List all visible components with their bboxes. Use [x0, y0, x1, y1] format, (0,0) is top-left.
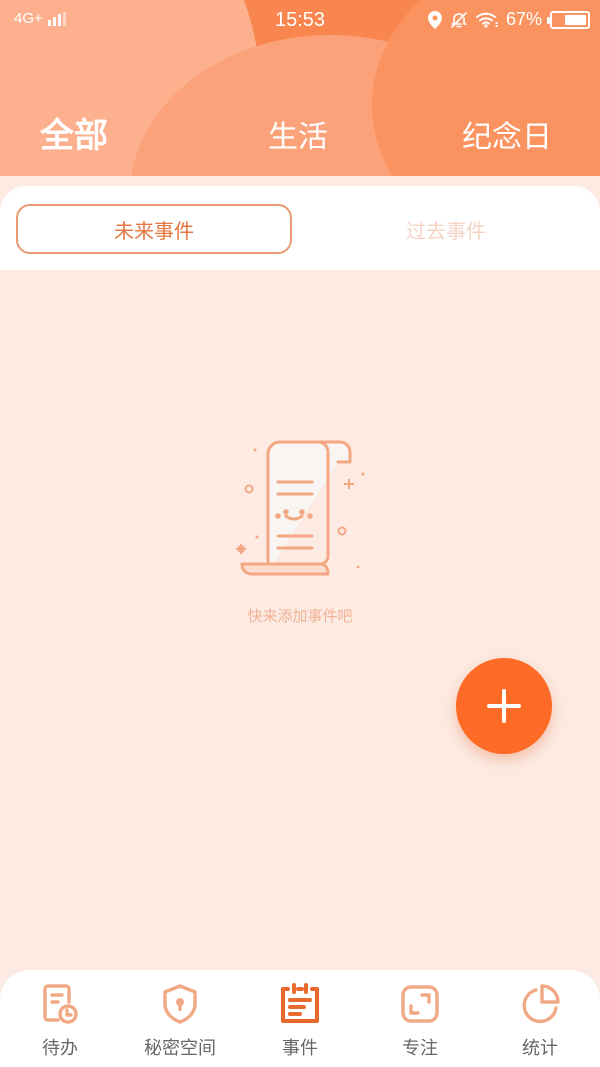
todo-clock-icon — [43, 984, 78, 1024]
nav-item-stats[interactable]: 统计 — [480, 982, 600, 1060]
nav-label: 事件 — [282, 1038, 318, 1059]
add-event-button[interactable] — [456, 658, 552, 754]
nav-label: 秘密空间 — [144, 1038, 216, 1059]
header: 4G+ 15:53 67% 全部 生活 纪念日 — [0, 0, 600, 176]
event-time-segment: 未来事件 过去事件 — [0, 186, 600, 270]
bottom-nav: 待办 秘密空间 事件 专注 统计 — [0, 970, 600, 1067]
scroll-document-icon — [236, 440, 365, 576]
nav-item-focus[interactable]: 专注 — [360, 982, 480, 1060]
notepad-icon — [281, 983, 319, 1023]
status-right: 67% — [427, 9, 590, 30]
location-icon — [427, 10, 442, 29]
nav-item-events[interactable]: 事件 — [240, 982, 360, 1060]
nav-item-todo[interactable]: 待办 — [0, 982, 120, 1060]
battery-icon — [547, 10, 590, 29]
status-bar: 4G+ 15:53 67% — [0, 0, 600, 40]
past-events-tab[interactable]: 过去事件 — [308, 204, 584, 254]
battery-percent: 67% — [505, 9, 542, 29]
nav-label: 待办 — [42, 1038, 78, 1059]
focus-frame-icon — [401, 985, 439, 1023]
nav-item-secret-space[interactable]: 秘密空间 — [120, 982, 240, 1060]
tab-life[interactable]: 生活 — [268, 112, 328, 156]
nav-label: 专注 — [402, 1038, 438, 1059]
battery-fill — [565, 14, 586, 25]
category-tabs: 全部 生活 纪念日 — [0, 100, 600, 160]
future-events-tab[interactable]: 未来事件 — [16, 204, 292, 254]
tab-anniversary[interactable]: 纪念日 — [462, 112, 552, 156]
nav-label: 统计 — [522, 1038, 558, 1059]
wifi-icon — [475, 12, 498, 28]
pie-chart-icon — [522, 984, 560, 1024]
mute-bell-icon — [451, 11, 467, 28]
shield-keyhole-icon — [163, 984, 197, 1024]
tab-all[interactable]: 全部 — [40, 108, 108, 157]
plus-icon — [487, 689, 521, 723]
empty-state-message: 快来添加事件吧 — [247, 607, 353, 625]
